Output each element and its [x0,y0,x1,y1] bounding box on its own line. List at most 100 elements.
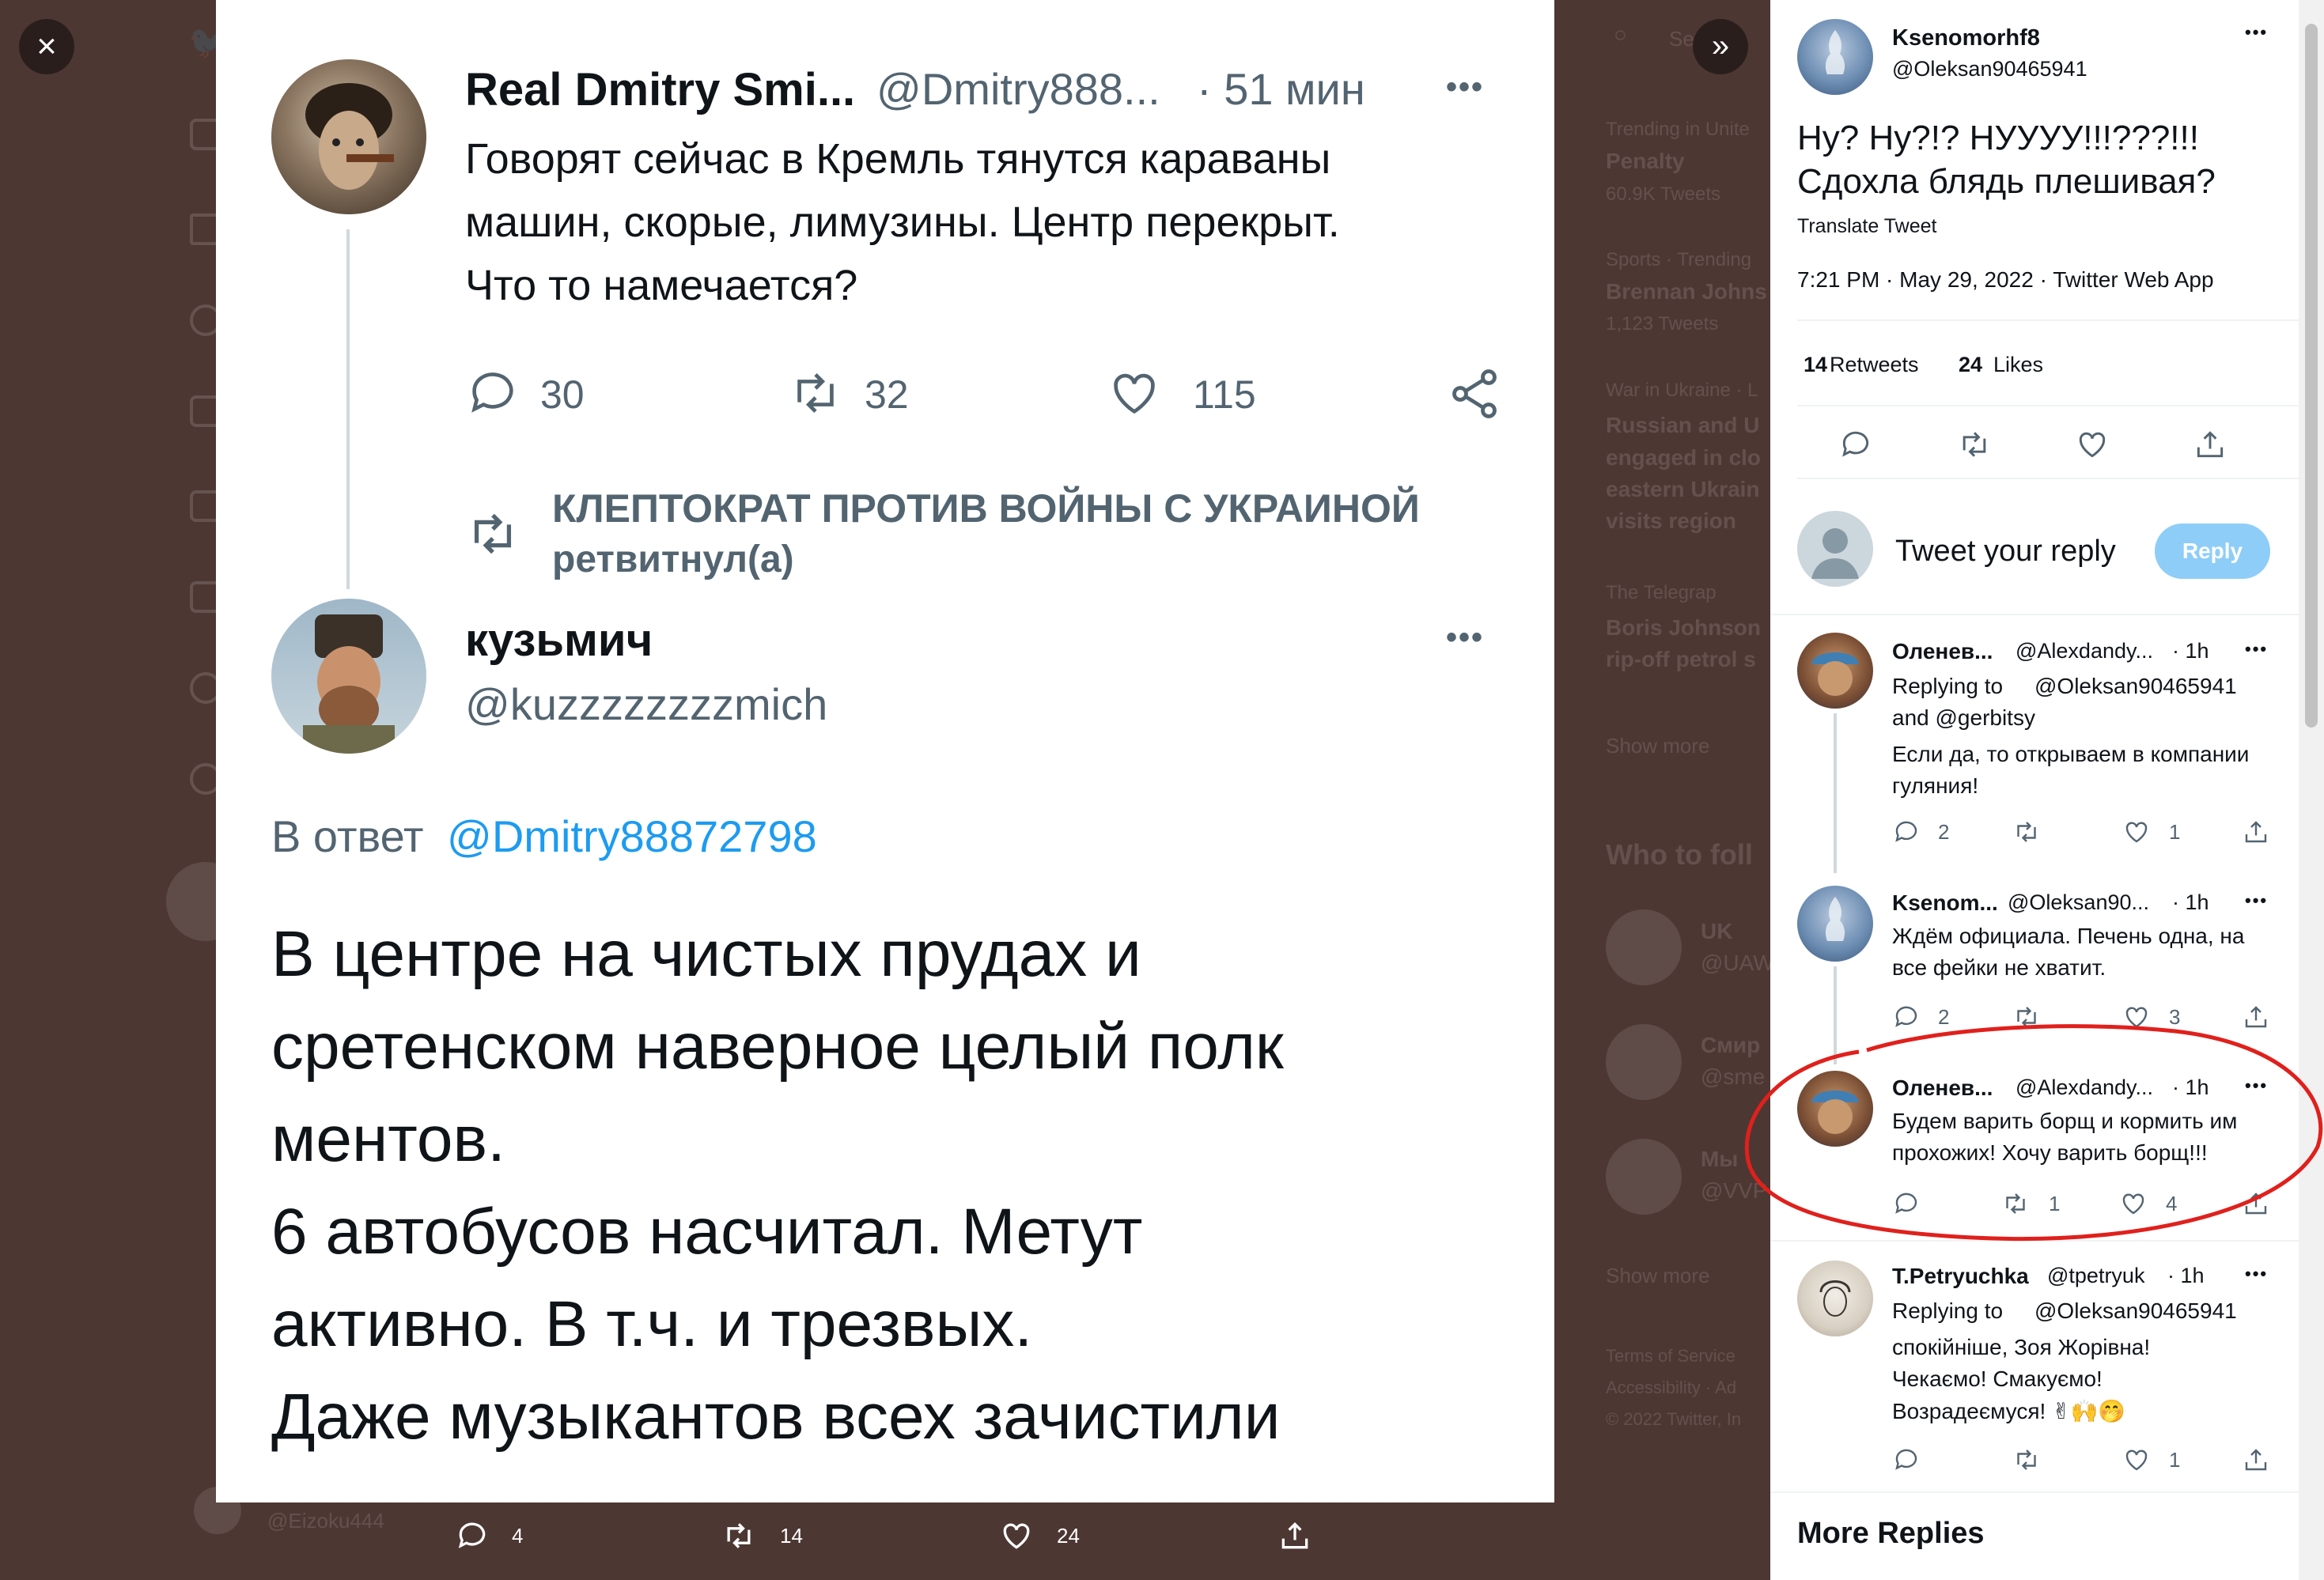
avatar[interactable] [1797,633,1873,709]
media-share-button[interactable] [1277,1518,1312,1553]
reply-icon[interactable] [1838,427,1873,462]
reply-time[interactable]: · 1h [2172,639,2209,663]
share-upload-icon[interactable] [2242,1446,2270,1474]
close-button[interactable]: × [19,19,74,74]
avatar[interactable] [1797,886,1873,962]
reply-compose-input[interactable]: Tweet your reply [1895,535,2116,569]
author-name: кузьмич [465,614,653,666]
retweet-icon[interactable] [1955,427,1993,462]
sketch-portrait-avatar-icon [1819,1280,1851,1317]
tweet-text-line: Ну? Ну?!? НУУУУ!!!???!!! [1797,119,2199,157]
reply-action-reply[interactable] [1892,1446,1921,1474]
expand-panel-button[interactable]: » [1693,19,1748,74]
retweeter-name: КЛЕПТОКРАТ ПРОТИВ ВОЙНЫ С УКРАИНОЙ [552,486,1420,531]
search-ghost-text: Se [1669,27,1694,51]
footer-link: © 2022 Twitter, In [1606,1409,1742,1429]
tweet-text-line: Даже музыкантов всех зачистили [271,1381,1281,1453]
reply-icon [471,372,513,413]
author-handle[interactable]: @tpetryuk [2047,1264,2144,1288]
likes-label[interactable]: Likes [1993,353,2043,377]
reply-time[interactable]: · 1h [2167,1264,2205,1288]
reply-count: 2 [1938,819,1950,844]
reply-action-retweet[interactable] [2011,1446,2042,1474]
twitter-logo-icon: 🐦 [188,25,228,60]
divider [1797,405,2324,406]
reply-action-like[interactable]: 1 [2122,1446,2180,1474]
more-icon[interactable]: ••• [2245,22,2268,43]
tweet-text-line: машин, скорые, лимузины. Центр перекрыт. [465,198,1340,246]
media-like-button[interactable]: 24 [998,1518,1080,1553]
replying-mention[interactable]: @Oleksan90465941 [2034,1298,2237,1324]
trend-count: 60.9K Tweets [1606,183,1720,205]
sculpture-avatar-icon [1825,897,1845,941]
author-handle[interactable]: @Oleksan90... [2008,890,2149,915]
reply-count: 30 [540,372,585,417]
heart-icon [1003,1523,1030,1549]
author-handle: @Dmitry888... [876,64,1160,114]
replying-mention[interactable]: @Oleksan90465941 [2034,674,2237,699]
avatar [271,59,426,214]
likes-count[interactable]: 24 [1959,353,1982,377]
tweet-text-line: 6 автобусов насчитал. Метут [271,1196,1143,1268]
tweet-time: · 51 мин [1197,64,1365,114]
more-icon[interactable]: ••• [2245,639,2268,660]
author-name[interactable]: T.Petryuchka [1892,1264,2029,1289]
more-icon[interactable]: ••• [2245,1264,2268,1284]
reply-to-mention: @Dmitry88872798 [447,811,817,861]
author-handle[interactable]: @Oleksan90465941 [1892,57,2087,81]
more-icon[interactable]: ••• [2245,890,2268,911]
author-name[interactable]: Оленев... [1892,639,1993,664]
author-handle[interactable]: @Alexdandy... [2016,639,2153,663]
reply-action-like[interactable]: 1 [2122,818,2180,846]
trend-line: engaged in clo [1606,445,1762,470]
share-upload-icon[interactable] [2193,427,2227,462]
trend-name: Brennan Johns [1606,279,1767,304]
tweet-text-line: Сдохла блядь плешивая? [1797,162,2216,201]
heart-icon[interactable] [2074,427,2110,462]
retweet-count: 32 [865,372,909,417]
trend-line: eastern Ukrain [1606,477,1760,501]
trend-meta: Sports · Trending [1606,249,1752,270]
panel-scrollbar[interactable] [2299,0,2324,1580]
reply-action-reply[interactable]: 2 [1892,818,1949,846]
follow-avatar [1606,1024,1682,1100]
replying-mention[interactable]: and @gerbitsy [1892,705,2035,731]
tweet-detail-panel: Ksenomorhf8 @Oleksan90465941 ••• Ну? Ну?… [1770,0,2324,1580]
who-to-follow-heading: Who to foll [1606,838,1753,871]
trend-meta: Trending in Unite [1606,119,1750,140]
like-count: 1 [2169,1447,2181,1472]
translate-tweet-link[interactable]: Translate Tweet [1797,215,1936,238]
trend-meta: The Telegrap [1606,582,1717,603]
avatar[interactable] [1797,1261,1873,1336]
tweet-text-line: сретенском наверное целый полк [271,1011,1284,1083]
heart-icon [2125,1450,2148,1471]
media-retweet-button[interactable]: 14 [720,1518,803,1553]
author-name[interactable]: Ksenom... [1892,890,1998,916]
like-count: 1 [2169,819,2181,844]
reply-text-line: Если да, то открываем в компании [1892,742,2250,766]
divider [1770,614,2300,615]
retweet-count: 14 [780,1523,803,1548]
tweet-text-line: Что то намечается? [465,262,858,309]
reply-button[interactable]: Reply [2155,524,2270,579]
trend-meta: War in Ukraine · L [1606,380,1758,401]
bottom-handle: @Eizoku444 [267,1509,384,1533]
avatar[interactable] [1797,19,1873,95]
reply-icon [1895,821,1917,842]
reply-action-retweet[interactable] [2011,818,2060,846]
more-icon: ••• [1446,70,1485,104]
retweets-label[interactable]: Retweets [1830,353,1919,377]
reply-time[interactable]: · 1h [2172,890,2209,915]
author-name[interactable]: Ksenomorhf8 [1892,25,2040,51]
share-upload-icon [1281,1521,1308,1549]
media-image[interactable]: Real Dmitry Smi... @Dmitry888... · 51 ми… [216,0,1554,1503]
retweets-count[interactable]: 14 [1804,353,1827,377]
more-replies-heading[interactable]: More Replies [1797,1517,1985,1551]
media-reply-button[interactable]: 4 [455,1518,523,1553]
thread-line [1834,713,1837,873]
scrollbar-thumb[interactable] [2305,24,2318,728]
show-more-link: Show more [1606,734,1710,758]
tweet-timestamp[interactable]: 7:21 PM · May 29, 2022 · Twitter Web App [1797,267,2214,293]
reply-text-line: гуляния! [1892,773,1979,798]
share-upload-icon[interactable] [2242,818,2270,846]
